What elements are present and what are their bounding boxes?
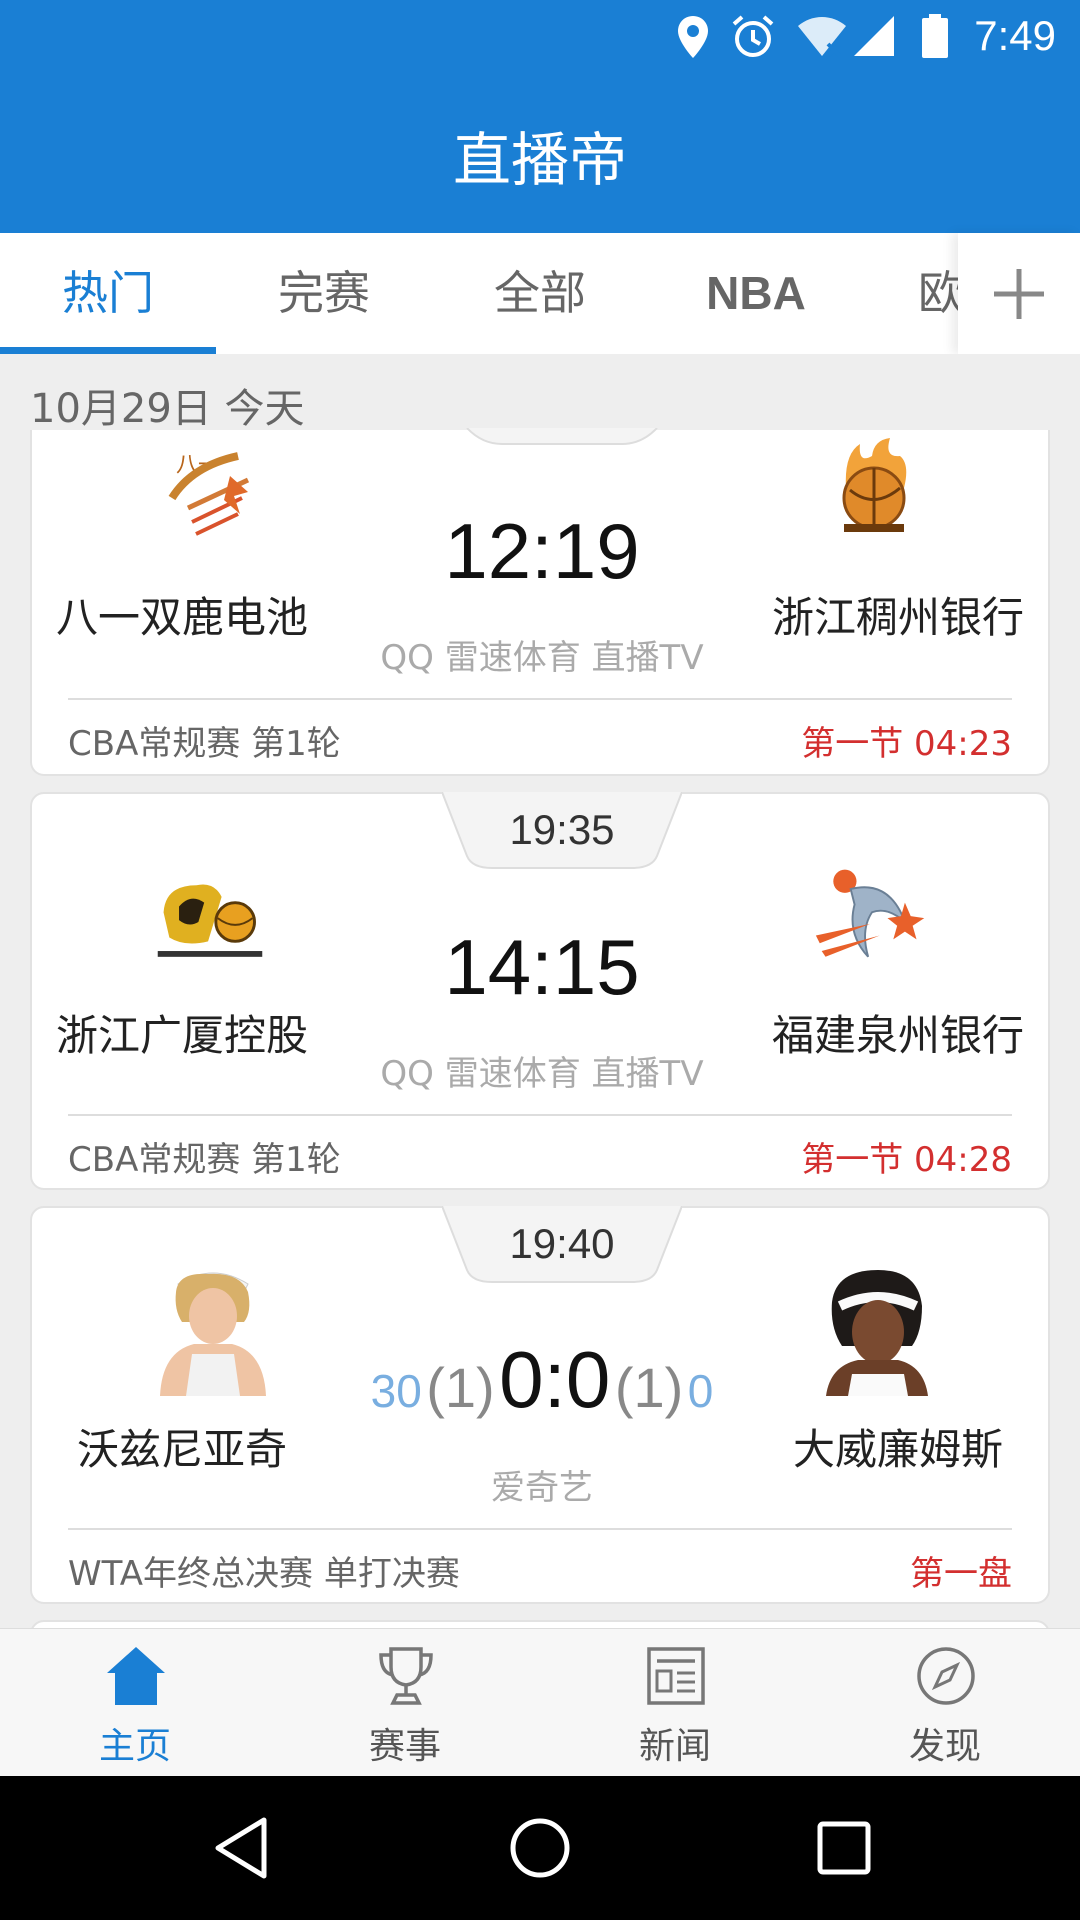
league-label: CBA常规赛 第1轮 (68, 724, 341, 764)
match-card[interactable]: 19:40 沃兹尼亚奇 大威廉姆斯 30 (1) 0:0 (1) 0 爱奇艺 W… (30, 1206, 1050, 1604)
player-photo-venus-williams (826, 1270, 928, 1396)
live-status: 第一节 04:23 (801, 724, 1012, 764)
compass-icon (917, 1647, 975, 1705)
away-team-name: 福建泉州银行 (771, 1011, 1024, 1060)
recents-icon[interactable] (812, 1816, 876, 1880)
battery-icon (922, 14, 948, 58)
tennis-score: 30 (1) 0:0 (1) 0 (332, 1334, 752, 1426)
away-point-score: 0 (687, 1365, 714, 1417)
status-clock: 7:49 (974, 12, 1056, 59)
nav-news[interactable]: 新闻 (540, 1629, 810, 1777)
broadcast-channels: QQ 雷速体育 直播TV (380, 638, 704, 678)
tab-nba[interactable]: NBA (648, 233, 864, 354)
start-time: 19:35 (509, 806, 615, 853)
away-set-score: (1) (614, 1356, 684, 1419)
nav-home[interactable]: 主页 (0, 1629, 270, 1777)
start-time-tab: 19:35 (442, 792, 682, 872)
bottom-navigation: 主页 赛事 新闻 发现 (0, 1628, 1080, 1776)
card-divider (68, 1114, 1012, 1116)
trophy-icon (379, 1647, 433, 1705)
signal-icon (854, 16, 894, 56)
location-icon (678, 16, 708, 58)
league-label: CBA常规赛 第1轮 (68, 1140, 341, 1180)
nav-events-label: 赛事 (368, 1726, 441, 1767)
game-score: 0:0 (499, 1335, 611, 1424)
app-title: 直播帝 (452, 126, 627, 194)
match-score: 14:15 (444, 923, 640, 1011)
home-set-score: (1) (426, 1356, 495, 1419)
time-tab-fragment (466, 428, 658, 445)
tab-bar: 热门 完赛 全部 NBA 欧 (0, 233, 1080, 354)
home-circle-icon[interactable] (508, 1816, 572, 1880)
system-navigation-bar (0, 1776, 1080, 1920)
add-tab-button[interactable] (958, 233, 1080, 354)
start-time-tab: 19:40 (442, 1206, 682, 1286)
nav-discover[interactable]: 发现 (810, 1629, 1080, 1777)
back-icon[interactable] (212, 1816, 276, 1880)
player-photo-wozniacki (160, 1272, 266, 1396)
tab-europe[interactable]: 欧 (918, 233, 958, 354)
alarm-icon (732, 15, 774, 57)
match-card[interactable]: 八一 八一双鹿电池 浙江稠州银行 12:19 QQ 雷速体育 直播TV CBA常… (30, 428, 1050, 776)
home-team-name: 浙江广厦控股 (55, 1011, 308, 1060)
team-logo-zhejiang-golden-bulls (842, 438, 907, 532)
home-icon (107, 1647, 165, 1705)
tab-finished[interactable]: 完赛 (216, 233, 432, 354)
start-time: 19:40 (509, 1220, 615, 1267)
live-status: 第一节 04:28 (801, 1140, 1012, 1180)
card-divider (68, 698, 1012, 700)
match-card[interactable]: 19:35 浙江广厦控股 福建泉州银行 14:15 QQ 雷速体育 直播TV C… (30, 792, 1050, 1190)
nav-discover-label: 发现 (908, 1726, 981, 1767)
date-label: 10月29日 今天 (30, 386, 305, 432)
plus-icon (994, 269, 1044, 319)
app-bar: 直播帝 (0, 75, 1080, 233)
live-status: 第一盘 (910, 1554, 1012, 1594)
tab-all[interactable]: 全部 (432, 233, 648, 354)
team-logo-bayi: 八一 (168, 452, 250, 536)
broadcast-channels: QQ 雷速体育 直播TV (380, 1054, 704, 1094)
team-logo-zhejiang-lions (157, 884, 263, 957)
wifi-off-icon (798, 17, 846, 58)
home-point-score: 30 (370, 1365, 422, 1417)
home-team-name: 八一双鹿电池 (55, 593, 308, 642)
nav-events[interactable]: 赛事 (270, 1629, 540, 1777)
card-divider (68, 1528, 1012, 1530)
home-player-name: 沃兹尼亚奇 (76, 1425, 287, 1474)
status-bar: 7:49 (0, 0, 1080, 75)
league-label: WTA年终总决赛 单打决赛 (68, 1554, 460, 1594)
nav-news-label: 新闻 (638, 1726, 711, 1767)
news-icon (647, 1647, 705, 1705)
nav-home-label: 主页 (98, 1726, 171, 1767)
team-logo-fujian-sturgeons (815, 869, 925, 958)
match-score: 12:19 (444, 507, 640, 595)
tab-hot[interactable]: 热门 (0, 233, 216, 354)
away-team-name: 浙江稠州银行 (771, 593, 1024, 642)
away-player-name: 大威廉姆斯 (792, 1425, 1003, 1474)
broadcast-channels: 爱奇艺 (491, 1468, 593, 1508)
